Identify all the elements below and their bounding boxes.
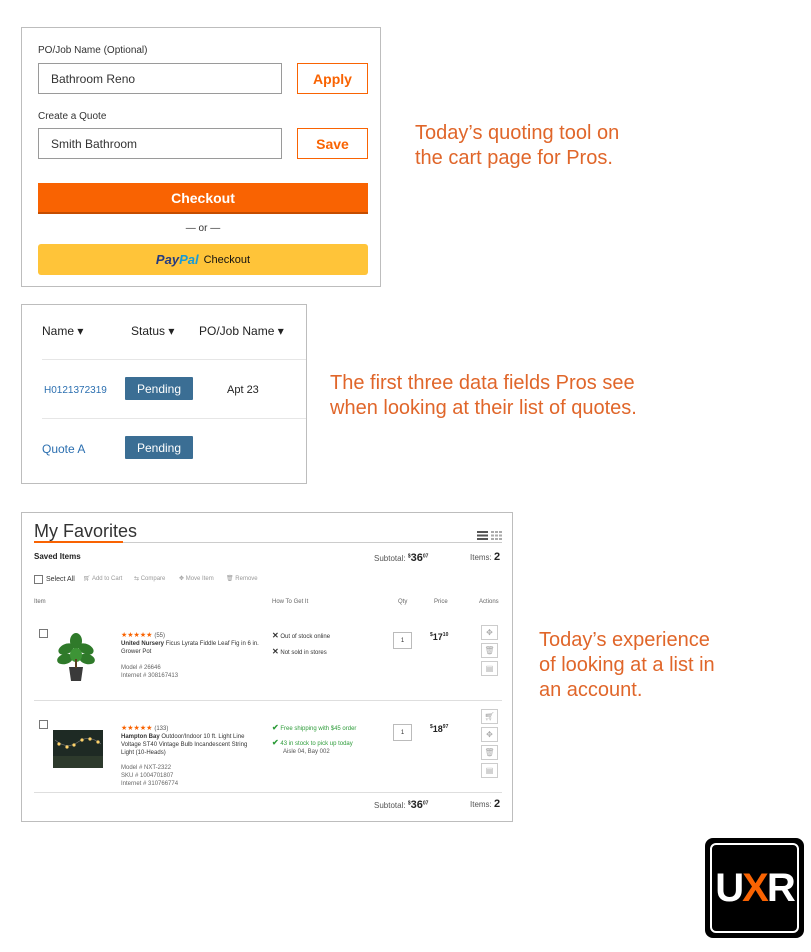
header-divider (42, 359, 306, 360)
quote-name-input[interactable]: Smith Bathroom (38, 128, 282, 159)
availability-pickup: ✔ 43 in stock to pick up today Aisle 04,… (272, 738, 353, 756)
column-header-po-job-name[interactable]: PO/Job Name ▾ (199, 324, 284, 338)
column-item: Item (34, 599, 46, 605)
caption-favorites: Today’s experience of looking at a list i… (539, 629, 715, 701)
quantity-input[interactable]: 1 (393, 724, 412, 741)
column-header-name[interactable]: Name ▾ (42, 324, 83, 338)
quantity-input[interactable]: 1 (393, 632, 412, 649)
item-price: $1710 (430, 632, 449, 642)
product-image-string-lights[interactable] (53, 730, 103, 768)
title-rule (123, 542, 502, 543)
po-job-name-label: PO/Job Name (Optional) (38, 45, 148, 56)
item-checkbox[interactable] (39, 720, 48, 729)
checkout-button[interactable]: Checkout (38, 183, 368, 214)
move-item-button[interactable]: ✥ (481, 625, 498, 640)
compare-icon: ⇆ (134, 576, 140, 582)
column-how-to-get-it: How To Get It (272, 599, 309, 605)
row-divider (42, 418, 306, 419)
caption-quotes-list: The first three data fields Pros see when… (330, 372, 637, 419)
subtotal-top: Subtotal: $3607 (374, 552, 429, 564)
row-divider (34, 792, 502, 793)
move-icon: ✥ (179, 576, 185, 582)
column-price: Price (434, 599, 448, 605)
po-job-name-input[interactable]: Bathroom Reno (38, 63, 282, 94)
status-badge: Pending (125, 436, 193, 459)
product-identifiers: Model # 26646 Internet # 308167413 (121, 665, 179, 679)
column-qty: Qty (398, 599, 408, 605)
paypal-logo: PayPal (155, 252, 199, 267)
compare-action[interactable]: ⇆ Compare (134, 575, 165, 582)
quote-tool-panel: PO/Job Name (Optional) Bathroom Reno App… (21, 27, 381, 287)
items-count-top: Items: 2 (470, 551, 501, 563)
column-header-status[interactable]: Status ▾ (131, 324, 174, 338)
create-quote-label: Create a Quote (38, 111, 107, 122)
item-checkbox[interactable] (39, 629, 48, 638)
availability-store: ✕ Not sold in stores (272, 647, 327, 656)
check-icon: ✔ (272, 723, 279, 732)
paypal-checkout-button[interactable]: PayPal Checkout (38, 244, 368, 275)
saved-items-label: Saved Items (34, 552, 81, 561)
po-job-name-value: Apt 23 (227, 384, 259, 396)
paypal-checkout-label: Checkout (203, 253, 251, 266)
availability-shipping: ✔ Free shipping with $45 order (272, 723, 357, 732)
move-item-action[interactable]: ✥ Move Item (179, 575, 214, 582)
apply-button[interactable]: Apply (297, 63, 368, 94)
favorites-panel: My Favorites Saved Items Subtotal: $3607… (21, 512, 513, 822)
column-actions: Actions (479, 599, 499, 605)
quote-link[interactable]: Quote A (42, 442, 85, 456)
uxr-logo: UXR (705, 838, 804, 938)
x-icon: ✕ (272, 647, 279, 656)
or-divider: — or — (185, 223, 221, 234)
product-name[interactable]: Hampton Bay Outdoor/Indoor 10 ft. Light … (121, 733, 247, 757)
cart-icon: 🛒︎ (83, 576, 91, 582)
title-underline (34, 541, 123, 543)
list-view-icon[interactable] (477, 527, 488, 545)
subtotal-bottom: Subtotal: $3607 (374, 799, 429, 811)
check-icon: ✔ (272, 738, 279, 747)
favorites-title: My Favorites (34, 521, 138, 541)
save-button[interactable]: Save (297, 128, 368, 159)
move-item-button[interactable]: ✥ (481, 727, 498, 742)
comment-button[interactable]: ▤ (481, 763, 498, 778)
availability-online: ✕ Out of stock online (272, 631, 331, 640)
grid-view-icon[interactable] (491, 527, 502, 545)
add-to-cart-action[interactable]: 🛒︎ Add to Cart (83, 575, 122, 582)
product-name[interactable]: United Nursery Ficus Lyrata Fiddle Leaf … (121, 640, 259, 656)
product-identifiers: Model # NXT-2322 SKU # 1004701807 Intern… (121, 765, 179, 787)
status-badge: Pending (125, 377, 193, 400)
comment-button[interactable]: ▤ (481, 661, 498, 676)
row-divider (34, 700, 502, 701)
trash-icon: 🗑︎ (226, 576, 234, 582)
add-to-cart-button[interactable]: 🛒︎ (481, 709, 498, 724)
select-all-label[interactable]: Select All (46, 576, 75, 583)
item-price: $1897 (430, 724, 449, 734)
items-count-bottom: Items: 2 (470, 798, 501, 810)
x-icon: ✕ (272, 631, 279, 640)
quote-link[interactable]: H0121372319 (44, 385, 107, 396)
product-image-fiddle-leaf-fig[interactable] (54, 631, 98, 683)
remove-item-button[interactable]: 🗑︎ (481, 643, 498, 658)
quotes-list-panel: Name ▾ Status ▾ PO/Job Name ▾ H012137231… (21, 304, 307, 484)
remove-action[interactable]: 🗑︎ Remove (226, 575, 258, 582)
remove-item-button[interactable]: 🗑︎ (481, 745, 498, 760)
rating-stars: ★★★★★ (55) (121, 632, 166, 639)
rating-stars: ★★★★★ (133) (121, 725, 169, 732)
select-all-checkbox[interactable] (34, 575, 43, 584)
caption-quoting-tool: Today’s quoting tool on the cart page for… (415, 122, 620, 169)
